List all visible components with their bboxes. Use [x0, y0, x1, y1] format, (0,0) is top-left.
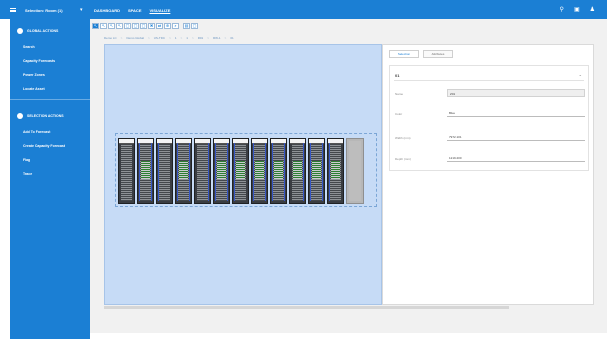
rect-tool-button[interactable]: ▢ — [132, 23, 139, 29]
width-label: Width (mm) — [395, 136, 411, 140]
breadcrumb-item[interactable]: RW-1 — [213, 36, 221, 40]
selected-rack-row[interactable] — [115, 133, 377, 207]
breadcrumb-item[interactable]: Demo Global — [126, 36, 144, 40]
breadcrumb-separator: > — [147, 36, 150, 40]
global-actions-title: GLOBAL ACTIONS — [27, 29, 59, 33]
footer-strip — [90, 333, 607, 339]
search-icon[interactable]: ⚲ — [560, 6, 564, 13]
breadcrumb-separator: > — [180, 36, 183, 40]
rack-empty[interactable] — [346, 138, 364, 204]
rack[interactable] — [289, 138, 306, 204]
pan-tool-button[interactable]: ↖ — [108, 23, 115, 29]
sidebar-item-trace[interactable]: Trace — [23, 172, 32, 176]
rack[interactable] — [137, 138, 154, 204]
card-divider — [394, 80, 584, 81]
nav-dashboard[interactable]: DASHBOARD — [94, 8, 120, 13]
pointer-tool-button[interactable]: ↖ — [100, 23, 107, 29]
toolbar: ↖ ↖ ↖ ↖ ▢ ▢ ▢ ✖ ⇄ ⊕ ⌕ ▤ ▢ — [92, 23, 198, 29]
breadcrumb-item[interactable]: 1 — [175, 36, 177, 40]
rack[interactable] — [118, 138, 135, 204]
breadcrumb-item[interactable]: 1 — [186, 36, 188, 40]
color-label: Color — [395, 112, 403, 116]
panel-tabs: Selection Attributes — [389, 50, 453, 58]
rack[interactable] — [175, 138, 192, 204]
sidebar-item-power-zones[interactable]: Power Zones — [23, 73, 45, 77]
top-nav: DASHBOARD SPACE VISUALIZE — [94, 8, 170, 13]
properties-card: 01 ⌄ Name Z01 Color Blue Width (mm) 7972… — [389, 65, 589, 171]
sidebar-item-capacity-forecasts[interactable]: Capacity Forecasts — [23, 59, 55, 63]
rack[interactable] — [270, 138, 287, 204]
depth-field[interactable]: 1219.200 — [447, 154, 585, 162]
color-field[interactable]: Blue — [447, 109, 585, 117]
main-content: ↖ ↖ ↖ ↖ ▢ ▢ ▢ ✖ ⇄ ⊕ ⌕ ▤ ▢ Demo LC > Demo … — [90, 19, 607, 333]
breadcrumb-separator: > — [120, 36, 123, 40]
tab-attributes[interactable]: Attributes — [423, 50, 453, 58]
selection-label[interactable]: Selection: Room (1) — [25, 8, 63, 13]
menu-icon[interactable] — [10, 8, 16, 12]
breadcrumb-separator: > — [169, 36, 171, 40]
selection-actions-title: SELECTION ACTIONS — [27, 114, 64, 118]
card-title: 01 — [395, 73, 400, 78]
breadcrumb-separator: > — [224, 36, 227, 40]
tab-selection[interactable]: Selection — [389, 50, 419, 58]
rack[interactable] — [308, 138, 325, 204]
horizontal-scrollbar[interactable] — [104, 306, 509, 309]
window-icon[interactable]: ▣ — [574, 6, 580, 13]
rack[interactable] — [232, 138, 249, 204]
frame-tool-button[interactable]: ▢ — [140, 23, 147, 29]
breadcrumb-separator: > — [207, 36, 209, 40]
breadcrumb-item[interactable]: R01 — [198, 36, 204, 40]
user-icon[interactable]: ♟ — [590, 6, 595, 13]
multi-select-tool-button[interactable]: ↖ — [116, 23, 123, 29]
depth-label: Depth (mm) — [395, 157, 411, 161]
nav-space[interactable]: SPACE — [128, 8, 141, 13]
rack[interactable] — [156, 138, 173, 204]
swap-tool-button[interactable]: ⇄ — [156, 23, 163, 29]
breadcrumb-item[interactable]: US-TDC — [154, 36, 165, 40]
rack[interactable] — [213, 138, 230, 204]
zoom-in-button[interactable]: ⊕ — [164, 23, 171, 29]
rack[interactable] — [194, 138, 211, 204]
name-field[interactable]: Z01 — [447, 89, 585, 97]
breadcrumb-item[interactable]: 01 — [230, 36, 233, 40]
selection-actions-header: SELECTION ACTIONS — [17, 113, 64, 119]
top-bar: Selection: Room (1) ▾ DASHBOARD SPACE VI… — [0, 0, 607, 19]
rack-elevation-canvas[interactable] — [104, 44, 382, 305]
view-button[interactable]: ▢ — [191, 23, 198, 29]
delete-tool-button[interactable]: ✖ — [148, 23, 155, 29]
top-right-actions: ⚲ ▣ ♟ — [560, 6, 595, 13]
sidebar-item-create-capacity-forecast[interactable]: Create Capacity Forecast — [23, 144, 65, 148]
properties-panel: Selection Attributes 01 ⌄ Name Z01 Color… — [382, 44, 594, 305]
target-icon — [17, 113, 23, 119]
select-tool-button[interactable]: ↖ — [92, 23, 99, 29]
zoom-fit-button[interactable]: ⌕ — [172, 23, 179, 29]
chevron-down-icon[interactable]: ⌄ — [579, 72, 582, 77]
sidebar-item-search[interactable]: Search — [23, 45, 35, 49]
breadcrumb: Demo LC > Demo Global > US-TDC > 1 > 1 > R01 >… — [104, 36, 234, 40]
sidebar-item-flag[interactable]: Flag — [23, 158, 30, 162]
breadcrumb-separator: > — [191, 36, 194, 40]
sidebar-item-locate-asset[interactable]: Locate Asset — [23, 87, 45, 91]
globe-icon — [17, 28, 23, 34]
sidebar-footer — [10, 333, 90, 339]
width-field[interactable]: 7972.101 — [447, 133, 585, 141]
breadcrumb-item[interactable]: Demo LC — [104, 36, 117, 40]
rack[interactable] — [327, 138, 344, 204]
name-label: Name — [395, 92, 404, 96]
sidebar-item-add-to-forecast[interactable]: Add To Forecast — [23, 130, 50, 134]
chevron-down-icon[interactable]: ▾ — [80, 7, 83, 13]
global-actions-header: GLOBAL ACTIONS — [17, 28, 58, 34]
sidebar-divider — [10, 99, 90, 100]
nav-visualize[interactable]: VISUALIZE — [149, 8, 170, 13]
rack[interactable] — [251, 138, 268, 204]
box-tool-button[interactable]: ▢ — [124, 23, 131, 29]
sidebar: GLOBAL ACTIONS Search Capacity Forecasts… — [10, 19, 90, 333]
layers-button[interactable]: ▤ — [183, 23, 190, 29]
